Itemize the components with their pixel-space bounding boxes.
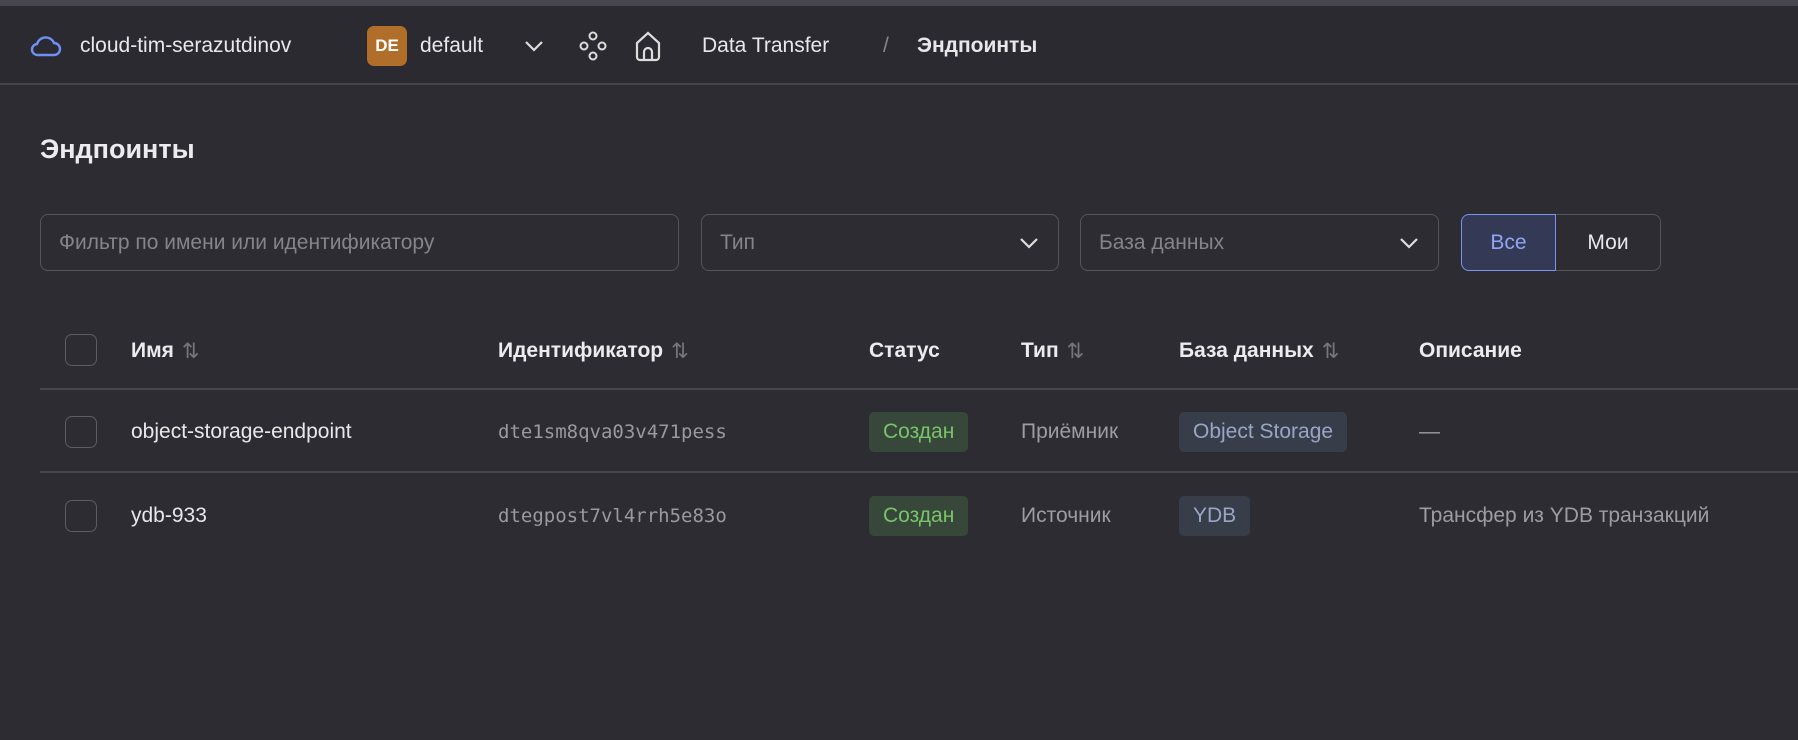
endpoint-id: dte1sm8qva03v471pess (498, 421, 727, 443)
select-all-checkbox[interactable] (65, 334, 97, 366)
database-badge: Object Storage (1179, 412, 1348, 452)
endpoint-id: dtegpost7vl4rrh5e83o (498, 505, 727, 527)
type-placeholder: Тип (720, 230, 756, 254)
sort-icon: ⇅ (671, 339, 689, 363)
breadcrumb-separator: / (883, 33, 889, 57)
column-status: Статус (869, 339, 940, 362)
status-badge: Создан (869, 412, 969, 452)
column-description: Описание (1419, 339, 1522, 362)
segment-all[interactable]: Все (1461, 214, 1556, 271)
breadcrumb-data-transfer[interactable]: Data Transfer (702, 6, 829, 85)
chevron-down-icon (1400, 237, 1418, 249)
page-title: Эндпоинты (40, 134, 195, 164)
search-input[interactable]: Фильтр по имени или идентификатору (40, 214, 679, 271)
database-placeholder: База данных (1099, 230, 1225, 254)
row-checkbox[interactable] (65, 500, 97, 532)
endpoint-type: Приёмник (1021, 420, 1119, 443)
endpoint-description: — (1419, 420, 1440, 443)
breadcrumb-current: Эндпоинты (917, 33, 1038, 57)
folder-link[interactable]: default (420, 6, 483, 85)
sort-icon: ⇅ (181, 339, 200, 363)
column-database[interactable]: База данных ⇅ (1179, 336, 1339, 366)
endpoint-name[interactable]: object-storage-endpoint (131, 412, 352, 452)
database-select[interactable]: База данных (1080, 214, 1439, 271)
endpoint-type: Источник (1021, 504, 1111, 527)
chevron-down-icon (1020, 237, 1038, 249)
search-placeholder: Фильтр по имени или идентификатору (59, 230, 435, 254)
column-name[interactable]: Имя ⇅ (131, 336, 200, 366)
folder-badge: DE (367, 25, 407, 66)
column-id[interactable]: Идентификатор ⇅ (498, 336, 689, 366)
column-label: Идентификатор (498, 339, 664, 362)
column-label: Имя (131, 339, 174, 362)
type-select[interactable]: Тип (701, 214, 1059, 271)
services-icon[interactable] (578, 6, 608, 85)
column-label: База данных (1179, 339, 1314, 362)
row-checkbox[interactable] (65, 416, 97, 448)
sort-icon: ⇅ (1066, 339, 1085, 363)
column-type[interactable]: Тип ⇅ (1021, 336, 1084, 366)
home-icon[interactable] (633, 6, 663, 85)
cloud-link[interactable]: cloud-tim-serazutdinov (80, 6, 291, 85)
header-bar: cloud-tim-serazutdinov DE default Data T… (0, 6, 1798, 85)
divider (40, 471, 1798, 473)
column-label: Тип (1021, 339, 1059, 362)
cloud-icon (30, 6, 62, 85)
endpoint-name[interactable]: ydb-933 (131, 496, 207, 536)
chevron-down-icon[interactable] (522, 6, 546, 85)
sort-icon: ⇅ (1321, 339, 1340, 363)
database-badge: YDB (1179, 496, 1251, 536)
status-badge: Создан (869, 496, 969, 536)
ownership-toggle: Все Мои (1461, 214, 1661, 271)
segment-mine[interactable]: Мои (1556, 214, 1661, 271)
endpoint-description: Трансфер из YDB транзакций (1419, 504, 1710, 527)
divider (40, 388, 1798, 390)
